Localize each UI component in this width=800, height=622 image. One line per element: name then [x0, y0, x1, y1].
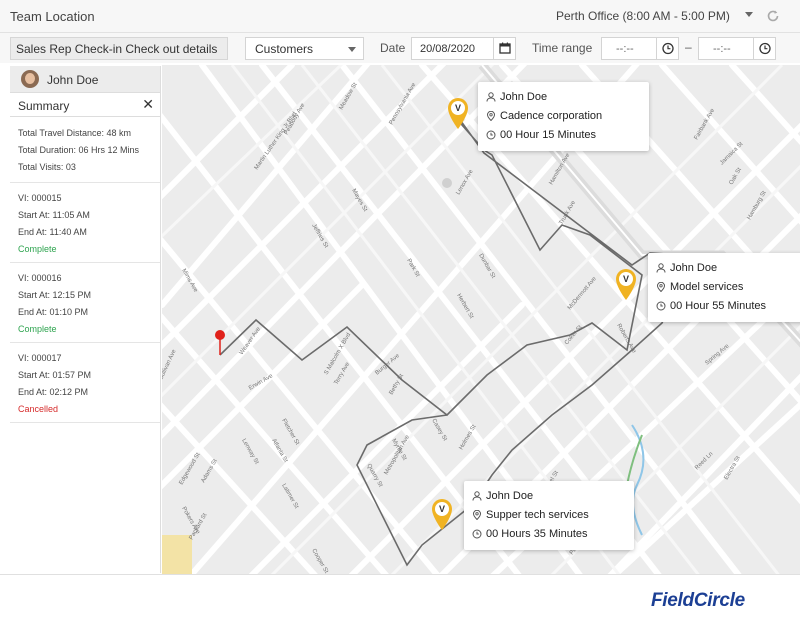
footer: FieldCircle — [0, 574, 800, 622]
card-duration-row: 00 Hour 15 Minutes — [486, 126, 641, 145]
visit-end: End At: 01:10 PM — [18, 307, 89, 317]
summary-stats: Total Travel Distance: 48 km Total Durat… — [10, 117, 160, 183]
summary-title: Summary — [18, 99, 70, 113]
close-icon[interactable]: ✕ — [142, 96, 154, 113]
time-range-label: Time range — [532, 41, 593, 55]
map-landmark — [442, 178, 452, 188]
card-user-name: John Doe — [500, 91, 548, 103]
total-visits: Total Visits: 03 — [18, 162, 76, 172]
calendar-icon[interactable] — [493, 38, 515, 59]
pin-label: V — [455, 103, 461, 113]
refresh-icon[interactable] — [766, 9, 780, 23]
visit-pin-marker[interactable]: V — [446, 96, 470, 130]
card-company: Supper tech services — [486, 509, 589, 521]
filter-toolbar: Sales Rep Check-in Check out details Cus… — [0, 33, 800, 63]
clock-icon — [486, 130, 496, 140]
visit-info-card[interactable]: John Doe Cadence corporation 00 Hour 15 … — [478, 82, 649, 151]
date-value: 20/08/2020 — [420, 43, 476, 55]
card-user-row: John Doe — [486, 88, 641, 107]
time-end-value: --:-- — [713, 43, 731, 55]
card-company-row: Model services — [656, 278, 800, 297]
visit-info-card[interactable]: John Doe Model services 00 Hour 55 Minut… — [648, 253, 800, 322]
visit-start: Start At: 01:57 PM — [18, 370, 92, 380]
visit-status: Cancelled — [18, 404, 59, 414]
time-range-separator: – — [685, 40, 692, 54]
user-icon — [486, 92, 496, 102]
date-input[interactable]: 20/08/2020 — [411, 37, 516, 60]
visit-id: VI: 000017 — [18, 353, 62, 363]
sales-rep-checkin-button[interactable]: Sales Rep Check-in Check out details — [10, 37, 228, 60]
user-row[interactable]: John Doe — [10, 66, 160, 93]
time-end-input[interactable]: --:-- — [698, 37, 776, 60]
total-distance: Total Travel Distance: 48 km — [18, 128, 132, 138]
visit-info-card[interactable]: John Doe Supper tech services 00 Hours 3… — [464, 481, 634, 550]
customers-select-value: Customers — [255, 42, 314, 56]
visit-item[interactable]: VI: 000016 Start At: 12:15 PM End At: 01… — [10, 263, 160, 343]
visit-id: VI: 000015 — [18, 193, 62, 203]
park-area — [162, 535, 192, 574]
visit-item[interactable]: VI: 000017 Start At: 01:57 PM End At: 02… — [10, 343, 160, 423]
page-title: Team Location — [10, 9, 95, 24]
chevron-down-icon[interactable] — [745, 12, 753, 17]
location-icon — [472, 510, 482, 520]
location-icon — [656, 282, 666, 292]
clock-icon — [472, 529, 482, 539]
visit-status: Complete — [18, 244, 57, 254]
visit-start: Start At: 11:05 AM — [18, 210, 90, 220]
date-label: Date — [380, 41, 406, 55]
map-view[interactable]: Pennsylvania Ave Martin Luther King Jr B… — [162, 65, 800, 574]
card-user-name: John Doe — [670, 262, 718, 274]
card-duration: 00 Hours 35 Minutes — [486, 528, 588, 540]
card-company: Cadence corporation — [500, 110, 603, 122]
card-duration: 00 Hour 55 Minutes — [670, 300, 766, 312]
title-bar: Team Location Perth Office (8:00 AM - 5:… — [0, 0, 800, 33]
card-duration-row: 00 Hour 55 Minutes — [656, 297, 800, 316]
user-icon — [472, 491, 482, 501]
time-start-input[interactable]: --:-- — [601, 37, 679, 60]
location-icon — [486, 111, 496, 121]
pin-label: V — [623, 274, 629, 284]
user-icon — [656, 263, 666, 273]
visit-status: Complete — [18, 324, 57, 334]
visit-item[interactable]: VI: 000015 Start At: 11:05 AM End At: 11… — [10, 183, 160, 263]
card-company: Model services — [670, 281, 744, 293]
card-duration: 00 Hour 15 Minutes — [500, 129, 596, 141]
visit-id: VI: 000016 — [18, 273, 62, 283]
pin-label: V — [439, 504, 445, 514]
office-select[interactable]: Perth Office (8:00 AM - 5:00 PM) — [556, 9, 730, 23]
clock-icon[interactable] — [753, 38, 775, 59]
avatar — [21, 70, 39, 88]
summary-header: Summary ✕ — [10, 93, 160, 117]
card-company-row: Cadence corporation — [486, 107, 641, 126]
chevron-down-icon — [348, 47, 356, 52]
card-company-row: Supper tech services — [472, 506, 626, 525]
time-start-value: --:-- — [616, 43, 634, 55]
visit-start: Start At: 12:15 PM — [18, 290, 92, 300]
card-duration-row: 00 Hours 35 Minutes — [472, 525, 626, 544]
customers-select[interactable]: Customers — [245, 37, 364, 60]
total-duration: Total Duration: 06 Hrs 12 Mins — [18, 145, 140, 155]
visit-end: End At: 11:40 AM — [18, 227, 87, 237]
clock-icon[interactable] — [656, 38, 678, 59]
fieldcircle-logo: FieldCircle — [651, 590, 745, 611]
user-name: John Doe — [47, 73, 99, 87]
clock-icon — [656, 301, 666, 311]
card-user-row: John Doe — [472, 487, 626, 506]
card-user-row: John Doe — [656, 259, 800, 278]
visit-pin-marker[interactable]: V — [430, 497, 454, 531]
visit-end: End At: 02:12 PM — [18, 387, 89, 397]
card-user-name: John Doe — [486, 490, 534, 502]
visit-pin-marker[interactable]: V — [614, 267, 638, 301]
visit-summary-sidebar: John Doe Summary ✕ Total Travel Distance… — [10, 66, 161, 573]
